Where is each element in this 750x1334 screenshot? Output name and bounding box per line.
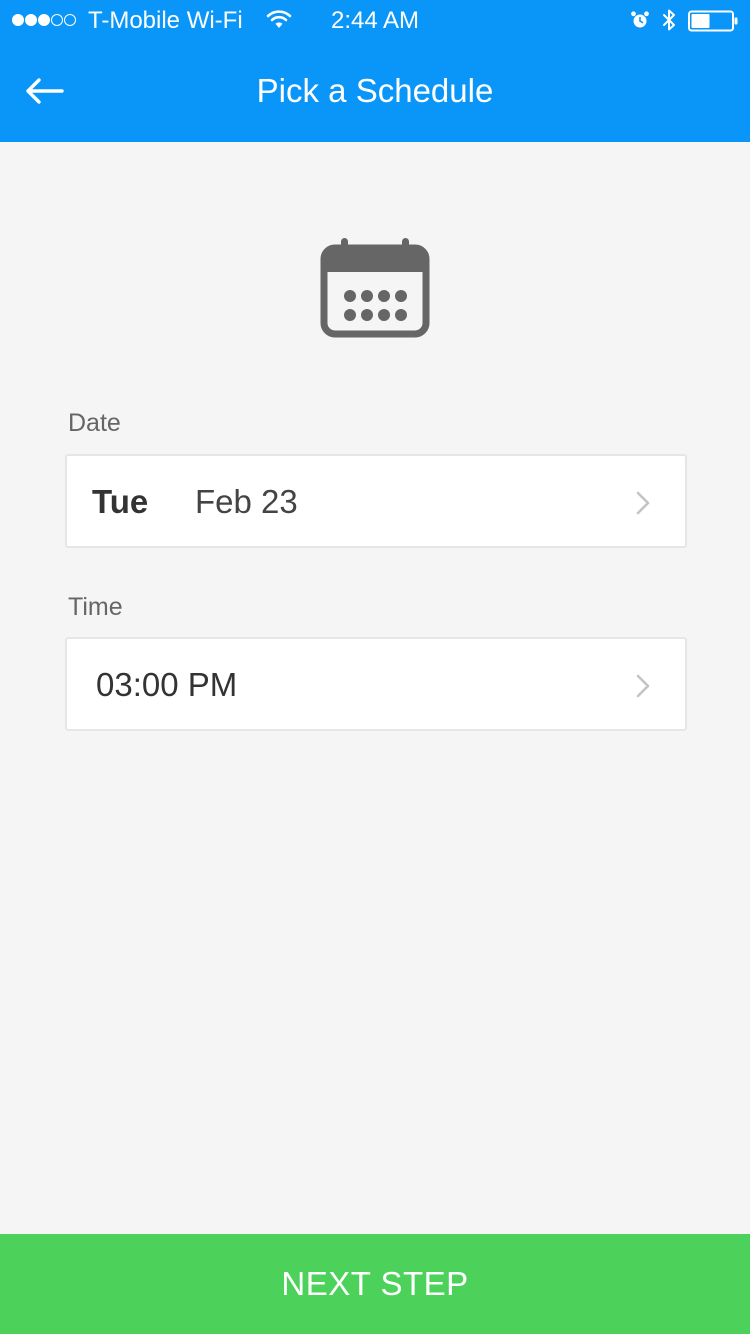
chevron-right-icon xyxy=(636,674,650,698)
date-value: Feb 23 xyxy=(195,483,298,520)
bluetooth-icon xyxy=(663,9,675,31)
calendar-icon xyxy=(320,238,430,338)
app-header: T-Mobile Wi-Fi 2:44 AM Pick a Schedule xyxy=(0,0,750,142)
date-label: Date xyxy=(68,409,121,437)
time-picker-field[interactable]: 03:00 PM xyxy=(65,637,687,731)
battery-icon xyxy=(688,10,738,32)
status-bar: T-Mobile Wi-Fi 2:44 AM xyxy=(0,0,750,40)
chevron-right-icon xyxy=(636,491,650,515)
time-label: Time xyxy=(68,593,123,621)
alarm-icon xyxy=(631,11,649,28)
date-picker-field[interactable]: Tue Feb 23 xyxy=(65,454,687,548)
time-value: 03:00 PM xyxy=(96,666,238,703)
date-day: Tue xyxy=(92,483,149,520)
next-step-button[interactable]: NEXT STEP xyxy=(0,1234,750,1334)
page-title: Pick a Schedule xyxy=(256,72,494,109)
